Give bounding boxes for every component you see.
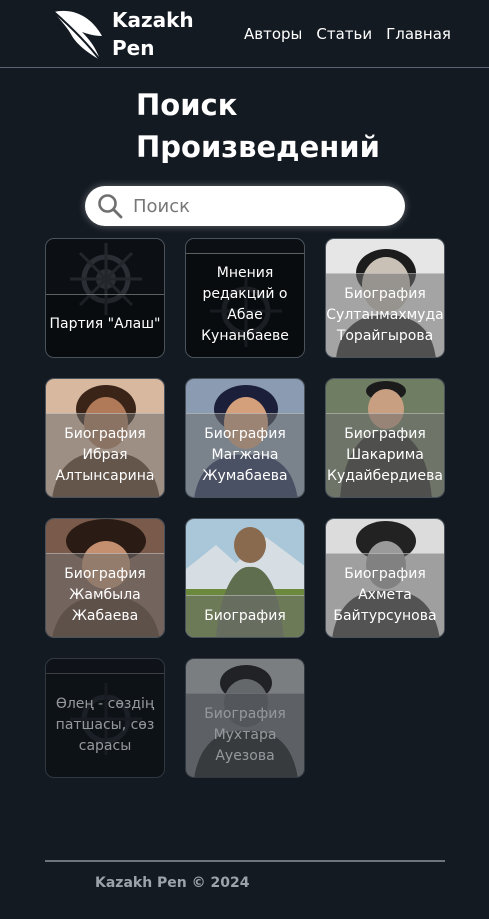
card-title: Партия "Алаш" bbox=[49, 315, 161, 332]
work-card-auezov[interactable]: Биография Мухтара Ауезова bbox=[185, 658, 305, 778]
work-card-kudaiberdiev[interactable]: Биография Шакарима Кудайбердиева bbox=[325, 378, 445, 498]
footer-copyright: Kazakh Pen © 2024 bbox=[95, 875, 250, 891]
nav-link-articles[interactable]: Статьи bbox=[316, 24, 372, 44]
work-card-abai-editorials[interactable]: Мнения редакций о Абае Кунанбаеве bbox=[185, 238, 305, 358]
top-navbar: Kazakh Pen Авторы Статьи Главная bbox=[0, 0, 489, 68]
work-card-biography[interactable]: Биография bbox=[185, 518, 305, 638]
work-card-altynsarin[interactable]: Биография Ибрая Алтынсарина bbox=[45, 378, 165, 498]
search-icon bbox=[98, 194, 123, 219]
work-card-alash-party[interactable]: Партия "Алаш" bbox=[45, 238, 165, 358]
works-grid: Партия "Алаш" Мнения редакций о Абае Кун… bbox=[45, 238, 445, 778]
work-card-zhumabaev[interactable]: Биография Магжана Жумабаева bbox=[185, 378, 305, 498]
card-title: Биография Жамбыла Жабаева bbox=[64, 565, 146, 624]
card-title: Мнения редакций о Абае Кунанбаеве bbox=[201, 265, 289, 344]
feather-logo-icon[interactable] bbox=[50, 6, 104, 62]
card-title: Биография Ибрая Алтынсарина bbox=[55, 425, 155, 484]
main-nav: Авторы Статьи Главная bbox=[244, 24, 451, 44]
nav-link-home[interactable]: Главная bbox=[386, 24, 451, 44]
brand-name[interactable]: Kazakh Pen bbox=[112, 6, 212, 62]
card-title: Биография Магжана Жумабаева bbox=[202, 425, 288, 484]
work-card-zhabaev[interactable]: Биография Жамбыла Жабаева bbox=[45, 518, 165, 638]
search-input[interactable] bbox=[133, 191, 393, 221]
search-bar bbox=[85, 186, 405, 226]
card-title: Өлең - сөздің патшасы, сөз сарасы bbox=[55, 695, 155, 754]
work-card-baitursynov[interactable]: Биография Ахмета Байтурсунова bbox=[325, 518, 445, 638]
footer-divider bbox=[45, 860, 445, 862]
card-title: Биография bbox=[204, 607, 286, 624]
card-title: Биография Султанмахмуда Торайгырова bbox=[326, 285, 444, 344]
work-card-toraighyrov[interactable]: Биография Султанмахмуда Торайгырова bbox=[325, 238, 445, 358]
page-title: Поиск Произведений bbox=[136, 88, 380, 164]
card-title: Биография Шакарима Кудайбердиева bbox=[327, 425, 443, 484]
card-title: Биография Мухтара Ауезова bbox=[204, 705, 286, 764]
nav-link-authors[interactable]: Авторы bbox=[244, 24, 302, 44]
card-title: Биография Ахмета Байтурсунова bbox=[333, 565, 437, 624]
work-card-olen[interactable]: Өлең - сөздің патшасы, сөз сарасы bbox=[45, 658, 165, 778]
